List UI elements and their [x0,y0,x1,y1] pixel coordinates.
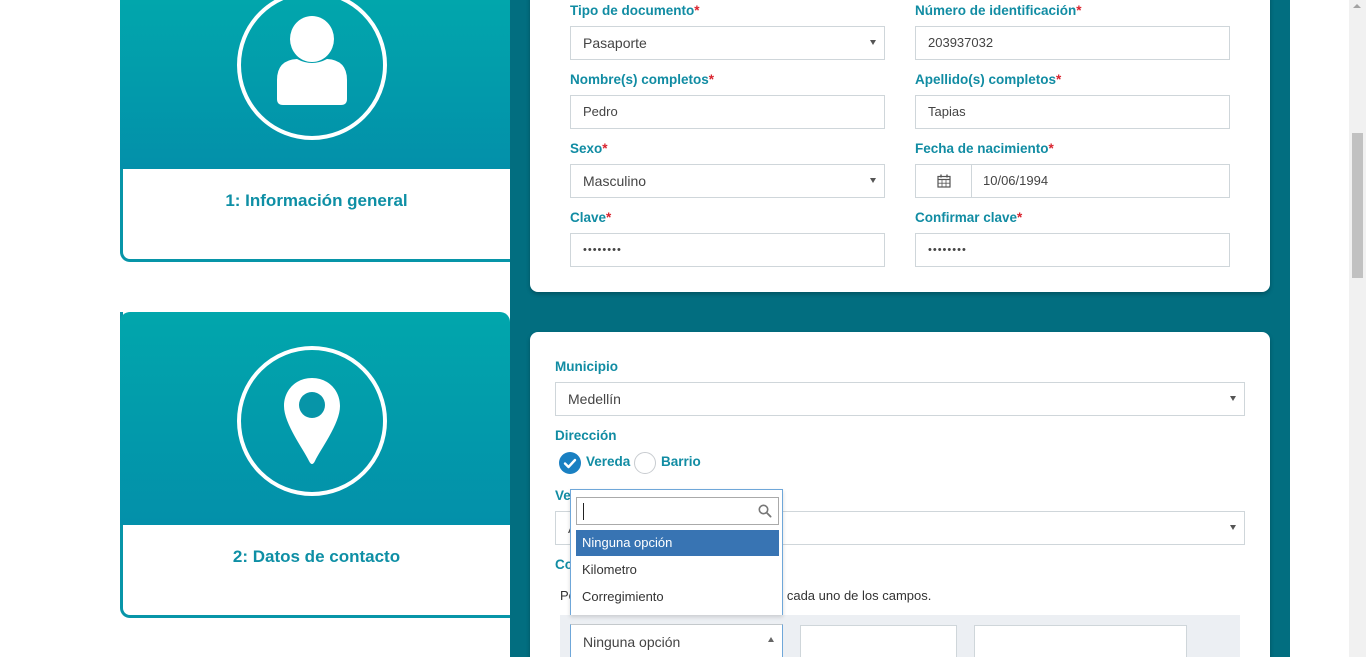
municipio-value: Medellín [568,391,621,407]
apellidos-value: Tapias [928,104,966,119]
page-scrollbar[interactable] [1349,0,1366,657]
address-type-dropdown: Ninguna opción Kilometro Corregimiento [570,489,783,615]
label-municipio: Municipio [555,359,618,374]
calendar-icon [937,174,951,188]
text-cursor [583,503,584,520]
address-type-value: Ninguna opción [583,634,681,650]
fecha-nacimiento-value: 10/06/1994 [983,173,1049,188]
dropdown-option-ninguna[interactable]: Ninguna opción [576,530,779,556]
step-circle-contact [237,346,387,496]
step-header-general [120,0,510,169]
dropdown-option-corregimiento[interactable]: Corregimiento [576,584,779,610]
step-circle-general [237,0,387,140]
chevron-down-icon [1230,396,1236,401]
tipo-documento-select[interactable]: Pasaporte [570,26,885,60]
label-sexo: Sexo* [570,141,608,156]
confirmar-clave-value: •••••••• [928,244,967,256]
label-clave: Clave* [570,210,612,225]
address-part-input-1[interactable] [800,625,957,657]
sexo-select[interactable]: Masculino [570,164,885,198]
nombres-value: Pedro [583,104,618,119]
calendar-button[interactable] [916,165,972,197]
label-nombres: Nombre(s) completos* [570,72,715,87]
clave-input[interactable]: •••••••• [570,233,885,267]
search-icon [758,504,772,518]
address-type-select[interactable]: Ninguna opción [570,624,783,657]
numero-identificacion-value: 203937032 [928,35,994,50]
label-confirmar-clave: Confirmar clave* [915,210,1023,225]
dropdown-search-input[interactable] [576,497,779,525]
label-vereda: Ve [555,488,571,503]
chevron-down-icon [870,40,876,45]
radio-vereda-label[interactable]: Vereda [586,454,630,469]
radio-barrio-label[interactable]: Barrio [661,454,701,469]
label-direccion: Dirección [555,428,617,443]
radio-vereda[interactable] [559,452,581,474]
sexo-value: Masculino [583,173,647,189]
chevron-up-icon [768,637,774,642]
dropdown-option-kilometro[interactable]: Kilometro [576,557,779,583]
municipio-select[interactable]: Medellín [555,382,1245,416]
label-fecha-nacimiento: Fecha de nacimiento* [915,141,1054,156]
apellidos-input[interactable]: Tapias [915,95,1230,129]
check-icon [563,458,577,469]
chevron-down-icon [870,178,876,183]
instructions-text-end: o cada uno de los campos. [776,588,932,603]
step-card-general: 1: Información general [120,0,510,262]
address-part-input-2[interactable] [974,625,1187,657]
step-title-contact: 2: Datos de contacto [232,547,401,566]
confirmar-clave-input[interactable]: •••••••• [915,233,1230,267]
label-numero-identificacion: Número de identificación* [915,3,1082,18]
step-title-general: 1: Información general [225,191,408,210]
label-tipo-documento: Tipo de documento* [570,3,700,18]
radio-barrio[interactable] [634,452,656,474]
label-apellidos: Apellido(s) completos* [915,72,1062,87]
step-card-contact: 2: Datos de contacto [120,312,510,618]
fecha-nacimiento-input[interactable]: 10/06/1994 [915,164,1230,198]
chevron-down-icon [1230,525,1236,530]
user-icon [277,16,347,105]
tipo-documento-value: Pasaporte [583,35,647,51]
clave-value: •••••••• [583,244,622,256]
nombres-input[interactable]: Pedro [570,95,885,129]
map-pin-icon [284,378,340,464]
scrollbar-thumb[interactable] [1352,133,1363,278]
step-header-contact [120,312,510,525]
scroll-up-arrow-icon[interactable] [1353,4,1361,8]
numero-identificacion-input[interactable]: 203937032 [915,26,1230,60]
